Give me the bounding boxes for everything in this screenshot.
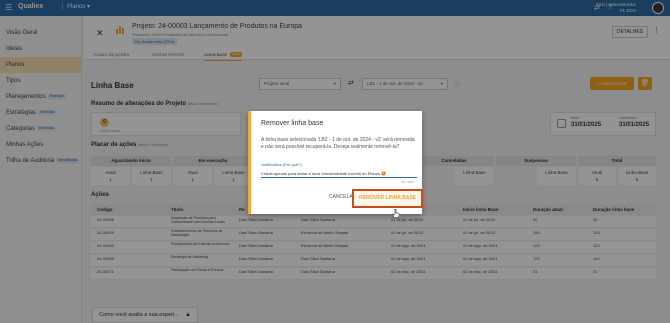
justification-label: Justificativa (Por quê?) [261,162,302,167]
dialog-title: Remover linha base [261,120,324,127]
hand-cursor-icon [393,209,399,218]
remove-baseline-button[interactable]: REMOVER LINHA BASE [352,189,423,208]
dialog-message: A linha base selecionada 'LB2 - 1 de out… [261,137,415,150]
remove-baseline-dialog: Remover linha base A linha base selecion… [248,111,423,214]
char-counter: 65 / 4000 [401,180,414,184]
justification-input[interactable] [261,169,417,178]
